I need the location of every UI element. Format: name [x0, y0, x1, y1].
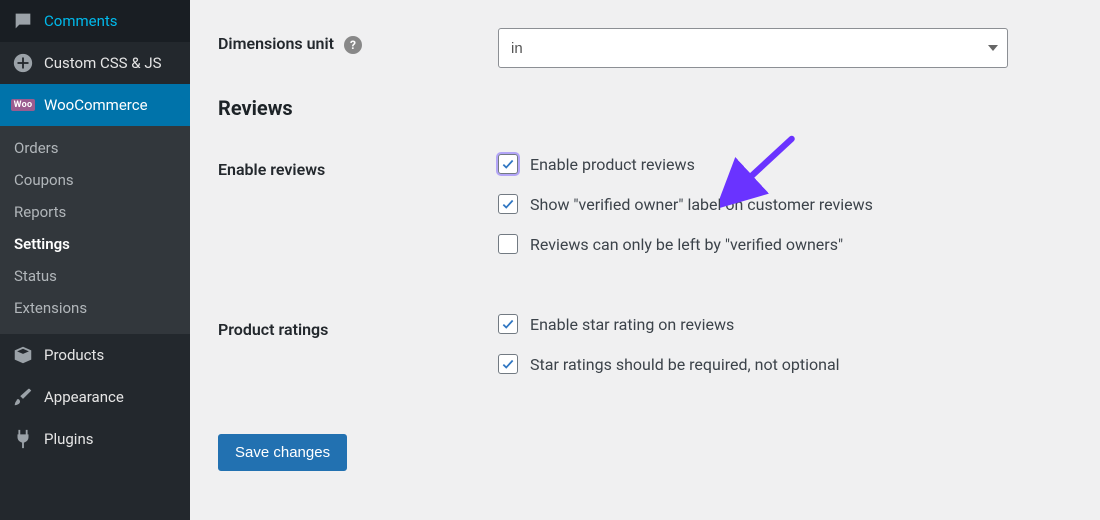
sidebar-item-label: Products	[44, 346, 104, 364]
checkbox-verified-owners-only[interactable]	[498, 234, 518, 254]
submenu-status[interactable]: Status	[0, 260, 190, 292]
sidebar-item-woocommerce[interactable]: Woo WooCommerce	[0, 84, 190, 126]
sidebar-item-appearance[interactable]: Appearance	[0, 376, 190, 418]
checkbox-label: Show "verified owner" label on customer …	[530, 195, 873, 214]
admin-sidebar: Comments Custom CSS & JS Woo WooCommerce…	[0, 0, 190, 520]
comment-icon	[12, 10, 34, 32]
check-icon	[501, 197, 515, 211]
check-icon	[501, 357, 515, 371]
submenu-settings[interactable]: Settings	[0, 228, 190, 260]
sidebar-item-label: Plugins	[44, 430, 93, 448]
submenu-extensions[interactable]: Extensions	[0, 292, 190, 324]
sidebar-item-label: Comments	[44, 12, 118, 30]
help-icon[interactable]: ?	[344, 36, 362, 54]
box-icon	[12, 344, 34, 366]
dimensions-unit-label: Dimensions unit	[218, 34, 334, 53]
reviews-section-heading: Reviews	[218, 96, 1072, 120]
checkbox-label: Reviews can only be left by "verified ow…	[530, 235, 843, 254]
dimensions-unit-select-wrap: in	[498, 28, 1008, 68]
checkbox-label: Enable product reviews	[530, 155, 695, 174]
check-icon	[501, 317, 515, 331]
sidebar-item-label: WooCommerce	[44, 96, 148, 114]
check-icon	[501, 157, 515, 171]
product-ratings-label: Product ratings	[218, 314, 498, 339]
brush-icon	[12, 386, 34, 408]
sidebar-item-label: Custom CSS & JS	[44, 54, 162, 72]
sidebar-item-comments[interactable]: Comments	[0, 0, 190, 42]
submenu-orders[interactable]: Orders	[0, 132, 190, 164]
checkbox-label: Enable star rating on reviews	[530, 315, 734, 334]
submenu-reports[interactable]: Reports	[0, 196, 190, 228]
enable-reviews-label: Enable reviews	[218, 154, 498, 179]
sidebar-item-plugins[interactable]: Plugins	[0, 418, 190, 460]
plug-icon	[12, 428, 34, 450]
checkbox-enable-star-rating[interactable]	[498, 314, 518, 334]
woo-icon: Woo	[12, 94, 34, 116]
dimensions-unit-select[interactable]: in	[498, 28, 1008, 68]
plus-circle-icon	[12, 52, 34, 74]
checkbox-enable-product-reviews[interactable]	[498, 154, 518, 174]
sidebar-item-custom-css-js[interactable]: Custom CSS & JS	[0, 42, 190, 84]
checkbox-verified-owner-label[interactable]	[498, 194, 518, 214]
woocommerce-submenu: Orders Coupons Reports Settings Status E…	[0, 126, 190, 334]
save-changes-button[interactable]: Save changes	[218, 434, 347, 471]
submenu-coupons[interactable]: Coupons	[0, 164, 190, 196]
sidebar-item-label: Appearance	[44, 388, 124, 406]
settings-panel: Dimensions unit ? in Reviews Enable revi…	[190, 0, 1100, 520]
sidebar-item-products[interactable]: Products	[0, 334, 190, 376]
checkbox-label: Star ratings should be required, not opt…	[530, 355, 840, 374]
checkbox-star-ratings-required[interactable]	[498, 354, 518, 374]
